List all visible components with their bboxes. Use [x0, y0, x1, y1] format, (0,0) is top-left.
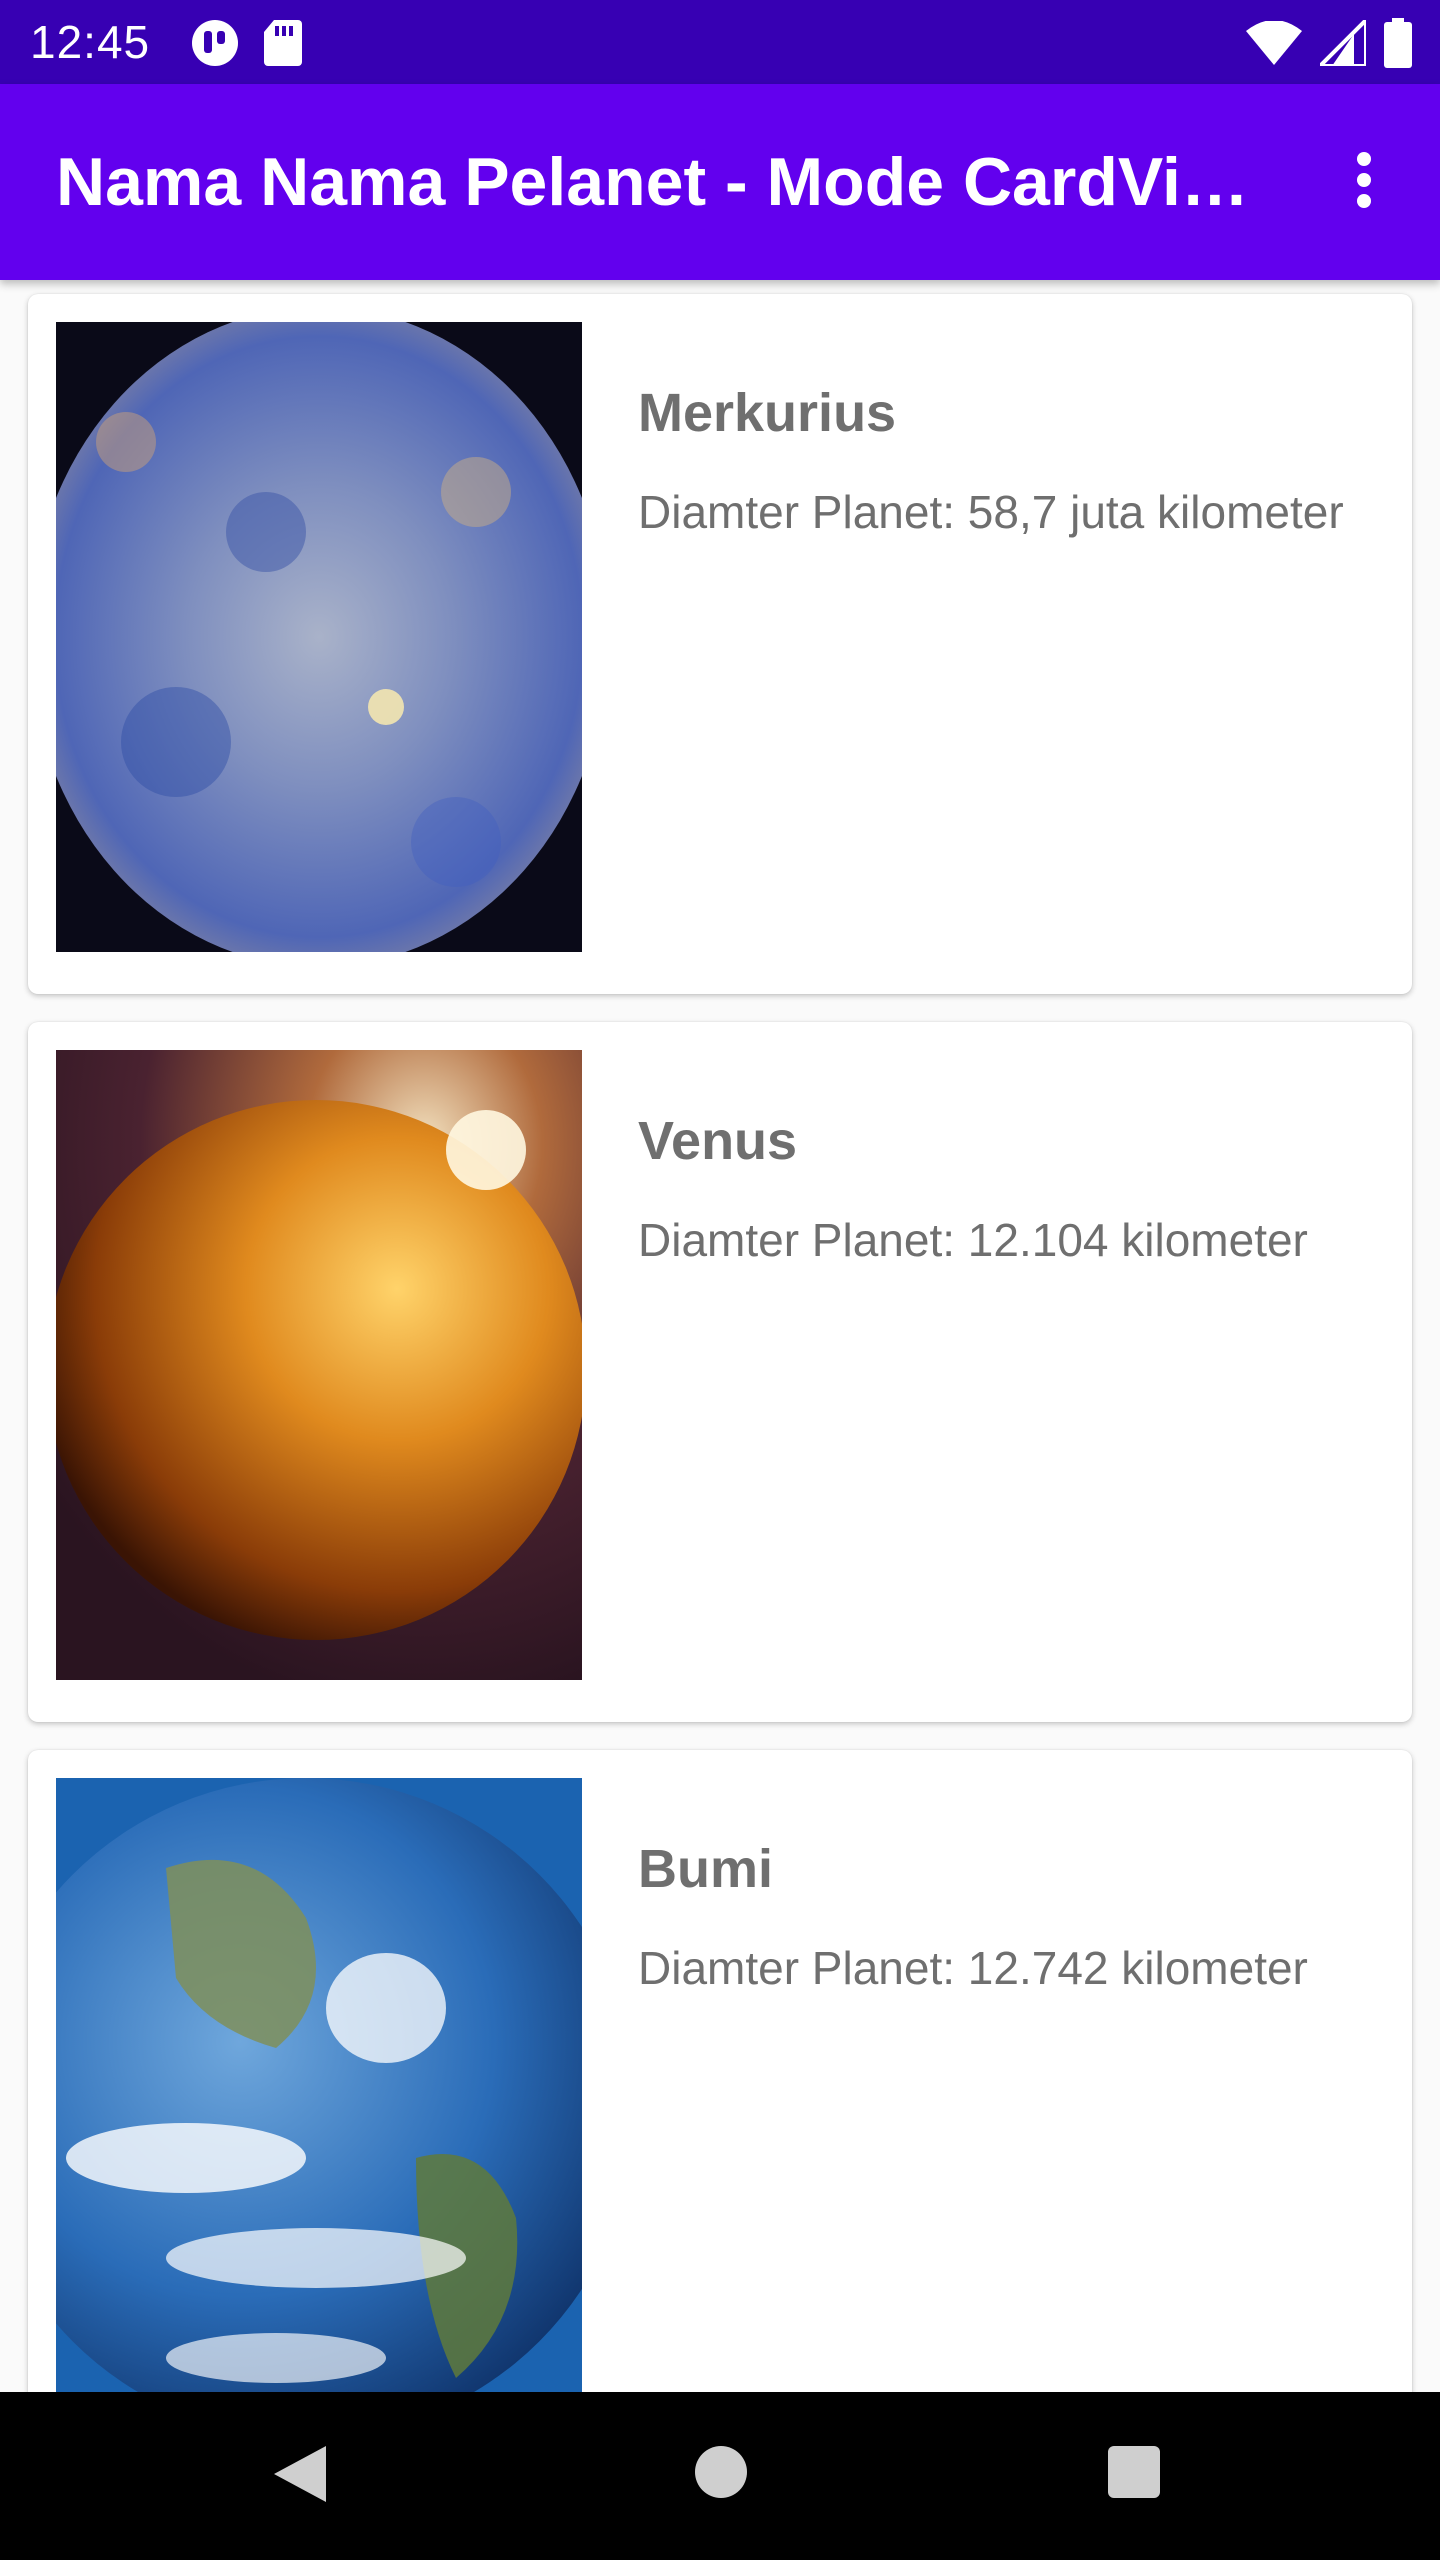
data-saver-icon — [190, 18, 240, 73]
planet-card[interactable]: Merkurius Diamter Planet: 58,7 juta kilo… — [28, 294, 1412, 994]
planet-diameter: Diamter Planet: 12.742 kilometer — [638, 1942, 1308, 1994]
battery-icon — [1384, 18, 1412, 73]
planet-name: Bumi — [638, 1839, 773, 1899]
app-bar: Nama Nama Pelanet - Mode CardVi… — [0, 84, 1440, 280]
wifi-icon — [1246, 20, 1302, 70]
status-icons-right — [1246, 15, 1412, 73]
planet-diameter: Diamter Planet: 12.104 kilometer — [638, 1214, 1308, 1266]
status-bar: 12:45 — [0, 0, 1440, 84]
more-vert-icon — [1356, 151, 1372, 214]
planet-name: Venus — [638, 1111, 798, 1171]
back-icon — [270, 2446, 330, 2510]
planet-name: Merkurius — [638, 383, 897, 443]
home-button[interactable] — [695, 2446, 747, 2498]
status-icons-left — [190, 18, 304, 73]
status-time: 12:45 — [30, 16, 151, 68]
more-options-button[interactable] — [1328, 146, 1400, 218]
planet-card[interactable]: Bumi Diamter Planet: 12.742 kilometer — [28, 1750, 1412, 2392]
recents-button[interactable] — [1108, 2446, 1160, 2498]
planet-image — [56, 322, 582, 952]
app-title: Nama Nama Pelanet - Mode CardVi… — [56, 144, 1249, 220]
planet-card[interactable]: Venus Diamter Planet: 12.104 kilometer — [28, 1022, 1412, 1722]
planet-image — [56, 1050, 582, 1680]
back-button[interactable] — [270, 2442, 330, 2511]
planet-image — [56, 1778, 582, 2392]
signal-icon — [1315, 15, 1368, 71]
planet-diameter: Diamter Planet: 58,7 juta kilometer — [638, 486, 1344, 538]
planet-list[interactable]: Merkurius Diamter Planet: 58,7 juta kilo… — [0, 280, 1440, 2392]
sd-card-icon — [262, 18, 304, 73]
navigation-bar — [0, 2392, 1440, 2560]
